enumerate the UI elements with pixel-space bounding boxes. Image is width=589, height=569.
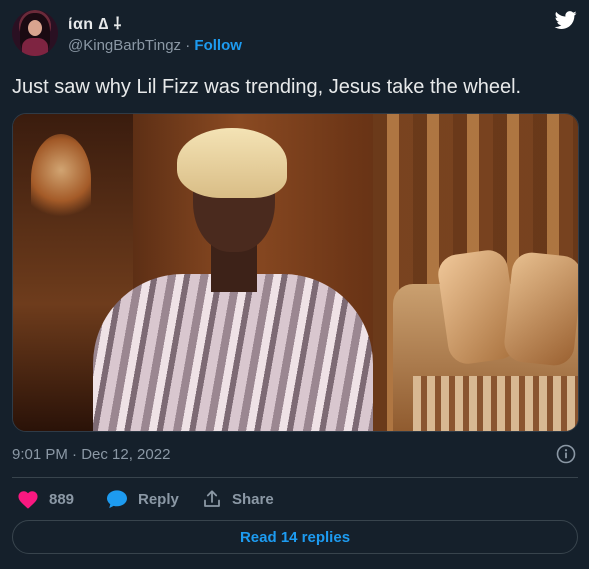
media-person-dress <box>93 274 373 431</box>
avatar-face <box>28 20 42 36</box>
like-button[interactable]: 889 <box>17 487 74 511</box>
twitter-bird-icon[interactable] <box>553 9 579 31</box>
handle-separator: · <box>185 37 191 54</box>
share-label: Share <box>232 490 274 508</box>
tweet-media-image[interactable] <box>12 113 579 432</box>
like-count: 889 <box>49 490 75 508</box>
follow-button[interactable]: Follow <box>194 37 242 54</box>
tweet-text: Just saw why Lil Fizz was trending, Jesu… <box>12 76 522 98</box>
share-button[interactable]: Share <box>202 487 274 511</box>
media-person-hair <box>177 128 287 198</box>
reply-button[interactable]: Reply <box>106 487 179 511</box>
avatar-body <box>22 38 48 56</box>
author-handle[interactable]: @KingBarbTingz <box>68 37 181 54</box>
author-display-name[interactable]: ίαn ∆ ⸸ <box>68 12 122 34</box>
reply-label: Reply <box>138 490 179 508</box>
speech-bubble-icon <box>107 490 127 509</box>
divider <box>12 477 578 478</box>
author-handle-row: @KingBarbTingz · Follow <box>68 37 242 54</box>
heart-icon <box>18 491 38 509</box>
read-replies-button[interactable]: Read 14 replies <box>12 520 578 554</box>
share-upload-icon <box>204 490 220 507</box>
avatar[interactable] <box>12 10 58 56</box>
tweet-timestamp[interactable]: 9:01 PM · Dec 12, 2022 <box>12 446 170 463</box>
media-pillow <box>502 250 578 368</box>
info-icon[interactable] <box>556 444 576 464</box>
media-sofa-cushion <box>413 376 578 431</box>
tweet-card: ίαn ∆ ⸸ @KingBarbTingz · Follow Just saw… <box>0 0 589 569</box>
media-lamp <box>31 134 91 224</box>
